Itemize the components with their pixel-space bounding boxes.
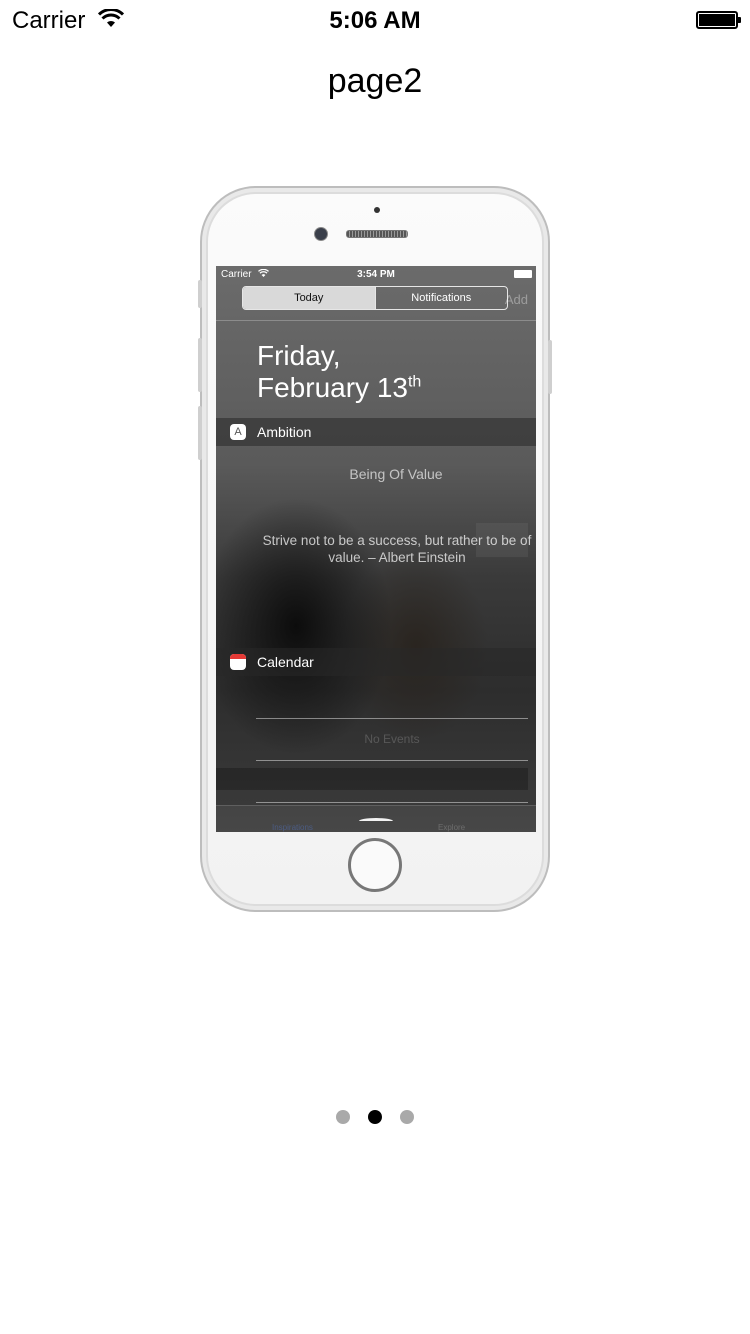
divider bbox=[256, 760, 528, 761]
status-time: 5:06 AM bbox=[329, 7, 421, 34]
phone-status-time: 3:54 PM bbox=[357, 269, 395, 280]
mute-switch bbox=[198, 280, 202, 308]
power-button bbox=[548, 340, 552, 394]
pull-up-handle-icon[interactable] bbox=[359, 818, 393, 824]
volume-down-button bbox=[198, 406, 202, 460]
front-camera-icon bbox=[314, 227, 328, 241]
background-band bbox=[216, 768, 528, 790]
volume-up-button bbox=[198, 338, 202, 392]
phone-mockup: Carrier 3:54 PM Today Notifications Add … bbox=[198, 186, 552, 912]
widget-title: Ambition bbox=[257, 424, 312, 440]
page-control[interactable] bbox=[0, 1110, 750, 1124]
home-button[interactable] bbox=[348, 838, 402, 892]
widget-title: Calendar bbox=[257, 654, 314, 670]
proximity-sensor bbox=[374, 207, 380, 213]
page-dot-3[interactable] bbox=[400, 1110, 414, 1124]
calendar-icon bbox=[230, 654, 246, 670]
date-ordinal: th bbox=[407, 373, 422, 391]
page-dot-1[interactable] bbox=[336, 1110, 350, 1124]
widget-header-ambition[interactable]: A Ambition bbox=[216, 418, 536, 446]
date-day: February 13th bbox=[257, 372, 421, 404]
no-events-label: No Events bbox=[364, 732, 420, 746]
quote-title: Being Of Value bbox=[349, 466, 443, 482]
date-month-day: February 13 bbox=[257, 372, 408, 403]
today-notifications-segmented-control[interactable]: Today Notifications bbox=[242, 286, 508, 310]
segment-today[interactable]: Today bbox=[243, 287, 375, 309]
phone-screen: Carrier 3:54 PM Today Notifications Add … bbox=[216, 266, 536, 832]
background-tab-inspirations: Inspirations bbox=[272, 823, 313, 832]
ambition-icon: A bbox=[230, 424, 246, 440]
divider bbox=[256, 718, 528, 719]
divider bbox=[256, 802, 528, 803]
background-tab-explore: Explore bbox=[438, 823, 466, 832]
background-add-button: Add bbox=[504, 292, 528, 307]
date-weekday: Friday, bbox=[257, 340, 341, 371]
phone-battery-icon bbox=[514, 270, 532, 278]
battery-icon bbox=[696, 11, 741, 29]
speaker-grille bbox=[346, 230, 408, 238]
page-dot-2[interactable] bbox=[368, 1110, 382, 1124]
widget-header-calendar[interactable]: Calendar bbox=[216, 648, 536, 676]
quote-text: Strive not to be a success, but rather t… bbox=[262, 533, 532, 565]
divider bbox=[216, 320, 536, 321]
page-title: page2 bbox=[327, 62, 423, 100]
phone-status-bar: Carrier 3:54 PM bbox=[216, 266, 536, 284]
status-bar: Carrier 5:06 AM bbox=[0, 0, 750, 40]
segment-notifications[interactable]: Notifications bbox=[374, 287, 508, 309]
